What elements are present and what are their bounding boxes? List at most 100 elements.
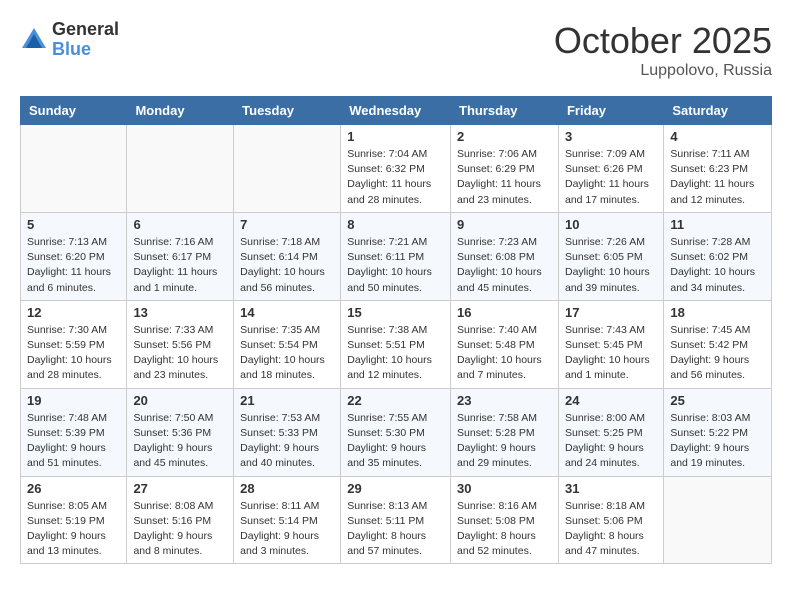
calendar-week-5: 26Sunrise: 8:05 AM Sunset: 5:19 PM Dayli…: [21, 476, 772, 564]
day-number: 12: [27, 305, 120, 320]
calendar-cell: 6Sunrise: 7:16 AM Sunset: 6:17 PM Daylig…: [127, 212, 234, 300]
day-content: Sunrise: 7:48 AM Sunset: 5:39 PM Dayligh…: [27, 411, 120, 472]
calendar-cell: 8 Sunrise: 7:21 AM Sunset: 6:11 PM Daylig…: [341, 212, 451, 300]
day-number: 10: [565, 217, 657, 232]
day-number: 20: [133, 393, 227, 408]
day-number: 29: [347, 481, 444, 496]
day-number: 24: [565, 393, 657, 408]
calendar-cell: 24Sunrise: 8:00 AM Sunset: 5:25 PM Dayli…: [558, 388, 663, 476]
day-number: 19: [27, 393, 120, 408]
calendar-cell: 1 Sunrise: 7:04 AM Sunset: 6:32 PM Daylig…: [341, 125, 451, 213]
weekday-header-sunday: Sunday: [21, 97, 127, 125]
day-content: Sunrise: 8:16 AM Sunset: 5:08 PM Dayligh…: [457, 499, 552, 560]
day-content: Sunrise: 8:05 AM Sunset: 5:19 PM Dayligh…: [27, 499, 120, 560]
calendar-cell: 7 Sunrise: 7:18 AM Sunset: 6:14 PM Daylig…: [234, 212, 341, 300]
day-content: Sunrise: 8:13 AM Sunset: 5:11 PM Dayligh…: [347, 499, 444, 560]
calendar-cell: 14Sunrise: 7:35 AM Sunset: 5:54 PM Dayli…: [234, 300, 341, 388]
day-number: 8: [347, 217, 444, 232]
calendar-week-1: 1 Sunrise: 7:04 AM Sunset: 6:32 PM Daylig…: [21, 125, 772, 213]
calendar-cell: 13 Sunrise: 7:33 AM Sunset: 5:56 PM Dayli…: [127, 300, 234, 388]
day-number: 18: [670, 305, 765, 320]
day-number: 7: [240, 217, 334, 232]
day-content: Sunrise: 7:53 AM Sunset: 5:33 PM Dayligh…: [240, 411, 334, 472]
calendar-cell: 22 Sunrise: 7:55 AM Sunset: 5:30 PM Dayli…: [341, 388, 451, 476]
calendar-cell: 12 Sunrise: 7:30 AM Sunset: 5:59 PM Dayli…: [21, 300, 127, 388]
logo: General Blue: [20, 20, 119, 60]
calendar-body: 1 Sunrise: 7:04 AM Sunset: 6:32 PM Daylig…: [21, 125, 772, 564]
day-content: Sunrise: 8:08 AM Sunset: 5:16 PM Dayligh…: [133, 499, 227, 560]
day-number: 22: [347, 393, 444, 408]
day-number: 5: [27, 217, 120, 232]
day-number: 27: [133, 481, 227, 496]
calendar-cell: 23 Sunrise: 7:58 AM Sunset: 5:28 PM Dayli…: [451, 388, 559, 476]
logo-icon: [20, 26, 48, 54]
calendar-week-4: 19 Sunrise: 7:48 AM Sunset: 5:39 PM Dayli…: [21, 388, 772, 476]
weekday-header-thursday: Thursday: [451, 97, 559, 125]
day-number: 31: [565, 481, 657, 496]
day-content: Sunrise: 7:11 AM Sunset: 6:23 PM Dayligh…: [670, 147, 765, 208]
day-content: Sunrise: 7:30 AM Sunset: 5:59 PM Dayligh…: [27, 323, 120, 384]
day-content: Sunrise: 7:55 AM Sunset: 5:30 PM Dayligh…: [347, 411, 444, 472]
day-content: Sunrise: 7:38 AM Sunset: 5:51 PM Dayligh…: [347, 323, 444, 384]
day-content: Sunrise: 7:16 AM Sunset: 6:17 PM Dayligh…: [133, 235, 227, 296]
day-content: Sunrise: 7:35 AM Sunset: 5:54 PM Dayligh…: [240, 323, 334, 384]
calendar-cell: 21 Sunrise: 7:53 AM Sunset: 5:33 PM Dayli…: [234, 388, 341, 476]
calendar-cell: 20 Sunrise: 7:50 AM Sunset: 5:36 PM Dayli…: [127, 388, 234, 476]
calendar-cell: 26Sunrise: 8:05 AM Sunset: 5:19 PM Dayli…: [21, 476, 127, 564]
day-number: 1: [347, 129, 444, 144]
calendar-table: SundayMondayTuesdayWednesdayThursdayFrid…: [20, 96, 772, 564]
calendar-cell: 5 Sunrise: 7:13 AM Sunset: 6:20 PM Daylig…: [21, 212, 127, 300]
day-number: 23: [457, 393, 552, 408]
calendar-cell: 28 Sunrise: 8:11 AM Sunset: 5:14 PM Dayli…: [234, 476, 341, 564]
calendar-cell: 19 Sunrise: 7:48 AM Sunset: 5:39 PM Dayli…: [21, 388, 127, 476]
calendar-cell: 3 Sunrise: 7:09 AM Sunset: 6:26 PM Daylig…: [558, 125, 663, 213]
day-content: Sunrise: 7:33 AM Sunset: 5:56 PM Dayligh…: [133, 323, 227, 384]
calendar-cell: 2Sunrise: 7:06 AM Sunset: 6:29 PM Daylig…: [451, 125, 559, 213]
calendar-cell: 15 Sunrise: 7:38 AM Sunset: 5:51 PM Dayli…: [341, 300, 451, 388]
calendar-cell: [127, 125, 234, 213]
day-content: Sunrise: 7:04 AM Sunset: 6:32 PM Dayligh…: [347, 147, 444, 208]
calendar-cell: 10 Sunrise: 7:26 AM Sunset: 6:05 PM Dayli…: [558, 212, 663, 300]
day-number: 15: [347, 305, 444, 320]
day-content: Sunrise: 8:18 AM Sunset: 5:06 PM Dayligh…: [565, 499, 657, 560]
logo-general-text: General: [52, 20, 119, 40]
calendar-cell: 27 Sunrise: 8:08 AM Sunset: 5:16 PM Dayli…: [127, 476, 234, 564]
day-number: 9: [457, 217, 552, 232]
calendar-cell: 25 Sunrise: 8:03 AM Sunset: 5:22 PM Dayli…: [664, 388, 772, 476]
calendar-cell: [664, 476, 772, 564]
day-content: Sunrise: 8:11 AM Sunset: 5:14 PM Dayligh…: [240, 499, 334, 560]
day-content: Sunrise: 7:58 AM Sunset: 5:28 PM Dayligh…: [457, 411, 552, 472]
day-content: Sunrise: 8:03 AM Sunset: 5:22 PM Dayligh…: [670, 411, 765, 472]
calendar-cell: 9 Sunrise: 7:23 AM Sunset: 6:08 PM Daylig…: [451, 212, 559, 300]
day-number: 13: [133, 305, 227, 320]
calendar-header: SundayMondayTuesdayWednesdayThursdayFrid…: [21, 97, 772, 125]
day-number: 25: [670, 393, 765, 408]
day-content: Sunrise: 7:40 AM Sunset: 5:48 PM Dayligh…: [457, 323, 552, 384]
day-content: Sunrise: 7:23 AM Sunset: 6:08 PM Dayligh…: [457, 235, 552, 296]
day-number: 16: [457, 305, 552, 320]
day-content: Sunrise: 7:18 AM Sunset: 6:14 PM Dayligh…: [240, 235, 334, 296]
day-content: Sunrise: 7:50 AM Sunset: 5:36 PM Dayligh…: [133, 411, 227, 472]
page-header: General Blue October 2025 Luppolovo, Rus…: [20, 20, 772, 80]
day-content: Sunrise: 7:06 AM Sunset: 6:29 PM Dayligh…: [457, 147, 552, 208]
calendar-cell: 18 Sunrise: 7:45 AM Sunset: 5:42 PM Dayli…: [664, 300, 772, 388]
weekday-header-saturday: Saturday: [664, 97, 772, 125]
calendar-cell: 11Sunrise: 7:28 AM Sunset: 6:02 PM Dayli…: [664, 212, 772, 300]
day-content: Sunrise: 7:28 AM Sunset: 6:02 PM Dayligh…: [670, 235, 765, 296]
day-content: Sunrise: 7:21 AM Sunset: 6:11 PM Dayligh…: [347, 235, 444, 296]
day-content: Sunrise: 7:45 AM Sunset: 5:42 PM Dayligh…: [670, 323, 765, 384]
calendar-cell: 16 Sunrise: 7:40 AM Sunset: 5:48 PM Dayli…: [451, 300, 559, 388]
weekday-header-tuesday: Tuesday: [234, 97, 341, 125]
day-number: 28: [240, 481, 334, 496]
day-content: Sunrise: 7:09 AM Sunset: 6:26 PM Dayligh…: [565, 147, 657, 208]
day-number: 3: [565, 129, 657, 144]
logo-text: General Blue: [52, 20, 119, 60]
calendar-cell: 17Sunrise: 7:43 AM Sunset: 5:45 PM Dayli…: [558, 300, 663, 388]
day-number: 30: [457, 481, 552, 496]
calendar-week-2: 5 Sunrise: 7:13 AM Sunset: 6:20 PM Daylig…: [21, 212, 772, 300]
day-content: Sunrise: 7:26 AM Sunset: 6:05 PM Dayligh…: [565, 235, 657, 296]
calendar-week-3: 12 Sunrise: 7:30 AM Sunset: 5:59 PM Dayli…: [21, 300, 772, 388]
day-number: 21: [240, 393, 334, 408]
day-content: Sunrise: 7:13 AM Sunset: 6:20 PM Dayligh…: [27, 235, 120, 296]
weekday-header-row: SundayMondayTuesdayWednesdayThursdayFrid…: [21, 97, 772, 125]
